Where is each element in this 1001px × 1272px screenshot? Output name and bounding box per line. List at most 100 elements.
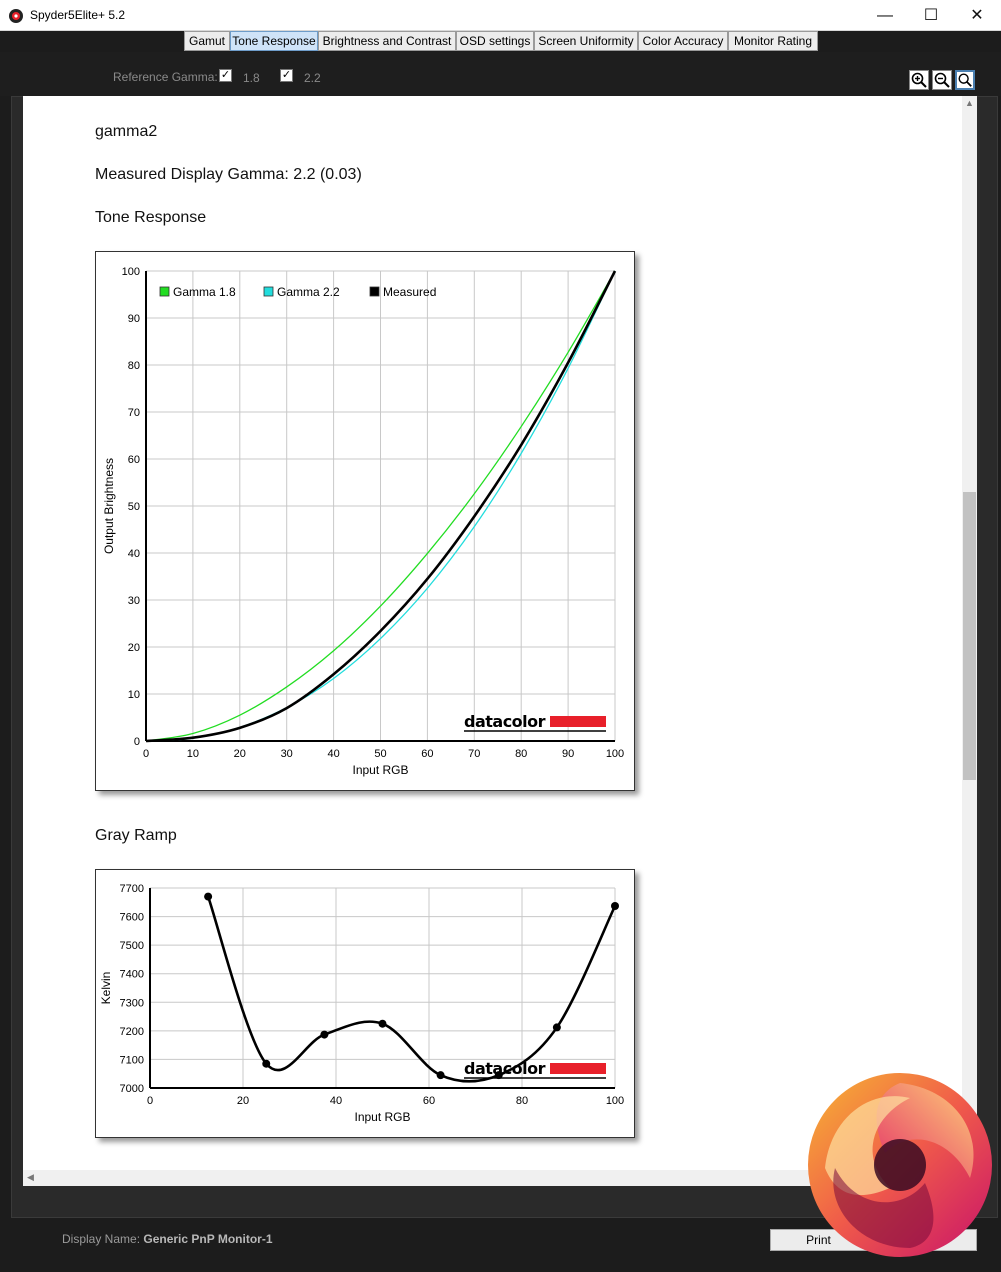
gray-x-tick-label: 0	[147, 1095, 153, 1107]
tone-y-tick-label: 30	[128, 595, 140, 607]
tone-x-tick-label: 100	[606, 748, 624, 760]
report-viewport: gamma2 Measured Display Gamma: 2.2 (0.03…	[23, 96, 962, 1170]
close-window-button[interactable]: ✕	[954, 0, 1000, 31]
title-bar: Spyder5Elite+ 5.2 — ☐ ✕	[0, 0, 1001, 31]
tone-x-tick-label: 50	[374, 748, 386, 760]
gamma-1-8-checkbox[interactable]: ✓	[219, 69, 232, 82]
tone-x-tick-label: 70	[468, 748, 480, 760]
tab-brightness-contrast[interactable]: Brightness and Contrast	[318, 31, 456, 51]
display-name: Display Name: Generic PnP Monitor-1	[62, 1232, 273, 1246]
gray-y-tick-label: 7200	[120, 1026, 144, 1038]
gray-ramp-heading: Gray Ramp	[95, 827, 177, 844]
gray-ramp-chart: 0 20 40 60 80 100 7000 7100 7200 7300 7400 7500 7600…	[95, 869, 635, 1138]
tone-x-tick-label: 80	[515, 748, 527, 760]
measured-gamma-text: Measured Display Gamma: 2.2 (0.03)	[95, 166, 362, 183]
gray-y-tick-label: 7700	[120, 883, 144, 895]
toolbar: Reference Gamma: ✓ 1.8 ✓ 2.2	[0, 52, 1001, 96]
gray-brand-bar	[550, 1063, 606, 1074]
tone-legend-swatch-2	[369, 286, 380, 297]
gray-data-point-5	[494, 1071, 503, 1080]
reference-gamma-label: Reference Gamma:	[113, 70, 218, 84]
tone-x-tick-label: 30	[281, 748, 293, 760]
gray-x-tick-label: 60	[423, 1095, 435, 1107]
tone-x-tick-label: 0	[143, 748, 149, 760]
tone-x-tick-label: 10	[187, 748, 199, 760]
maximize-button[interactable]: ☐	[908, 0, 954, 31]
tab-monitor-rating[interactable]: Monitor Rating	[728, 31, 818, 51]
zoom-out-button[interactable]	[932, 70, 952, 90]
window-title: Spyder5Elite+ 5.2	[30, 8, 126, 22]
gamma-2-2-checkbox[interactable]: ✓	[280, 69, 293, 82]
gray-data-point-3	[378, 1019, 387, 1028]
tone-y-tick-label: 40	[128, 548, 140, 560]
gray-x-tick-label: 80	[516, 1095, 528, 1107]
gray-y-tick-label: 7000	[120, 1083, 144, 1095]
gray-data-point-1	[262, 1059, 271, 1068]
tone-y-axis-title: Output Brightness	[102, 458, 116, 554]
gray-ramp-plot: 0 20 40 60 80 100 7000 7100 7200 7300 7400 7500 7600…	[99, 883, 624, 1124]
tone-response-heading: Tone Response	[95, 209, 207, 226]
tone-y-tick-label: 50	[128, 501, 140, 513]
tone-response-plot: 0 10 20 30 40 50 60 70 80 90 100 0 10 20 30 40 50 60 70 80 9…	[102, 266, 624, 777]
tone-legend-label-1: Gamma 2.2	[277, 285, 340, 299]
display-name-label: Display Name:	[62, 1232, 141, 1246]
vertical-scroll-thumb[interactable]	[963, 492, 976, 780]
tone-y-tick-label: 0	[134, 736, 140, 748]
tab-tone-response[interactable]: Tone Response	[230, 31, 318, 51]
watermark-logo	[808, 1073, 992, 1257]
gray-brand-text: datacolor	[464, 1059, 546, 1078]
tone-y-tick-label: 100	[122, 266, 140, 278]
gray-y-axis-title: Kelvin	[99, 972, 113, 1005]
tone-y-tick-label: 80	[128, 360, 140, 372]
spyder-app-icon	[9, 9, 23, 23]
tone-legend-swatch-1	[263, 286, 274, 297]
tone-x-tick-label: 90	[562, 748, 574, 760]
gamma-2-2-label: 2.2	[304, 71, 321, 85]
gray-y-tick-label: 7300	[120, 997, 144, 1009]
scroll-left-icon[interactable]: ◀	[23, 1170, 38, 1185]
tone-brand-bar	[550, 716, 606, 727]
tone-x-axis-title: Input RGB	[352, 763, 408, 777]
gray-y-tick-label: 7500	[120, 940, 144, 952]
display-name-value: Generic PnP Monitor-1	[143, 1232, 273, 1246]
zoom-out-icon	[934, 72, 950, 88]
minimize-button[interactable]: —	[862, 0, 908, 31]
gray-x-tick-label: 40	[330, 1095, 342, 1107]
gray-x-tick-label: 20	[237, 1095, 249, 1107]
gray-data-point-2	[320, 1030, 329, 1039]
gray-data-point-7	[611, 902, 619, 910]
tone-response-chart: 0 10 20 30 40 50 60 70 80 90 100 0 10 20 30 40 50 60 70 80 9…	[95, 251, 635, 791]
tone-y-tick-label: 20	[128, 642, 140, 654]
gray-x-axis-title: Input RGB	[354, 1110, 410, 1124]
tone-x-tick-label: 60	[421, 748, 433, 760]
zoom-fit-button[interactable]	[955, 70, 975, 90]
tone-legend-label-2: Measured	[383, 285, 436, 299]
tab-bar: Gamut Tone Response Brightness and Contr…	[0, 31, 1001, 51]
tab-gamut[interactable]: Gamut	[184, 31, 230, 51]
tone-x-tick-label: 20	[234, 748, 246, 760]
tab-osd-settings[interactable]: OSD settings	[456, 31, 534, 51]
gamma-1-8-label: 1.8	[243, 71, 260, 85]
gray-series-line	[206, 896, 617, 1083]
tab-screen-uniformity[interactable]: Screen Uniformity	[534, 31, 638, 51]
tone-legend-swatch-0	[159, 286, 170, 297]
scroll-up-icon[interactable]: ▲	[962, 96, 977, 111]
gray-y-tick-label: 7600	[120, 912, 144, 924]
gray-data-point-4	[436, 1071, 445, 1080]
gray-y-tick-label: 7100	[120, 1054, 144, 1066]
zoom-in-button[interactable]	[909, 70, 929, 90]
gray-y-tick-label: 7400	[120, 969, 144, 981]
tone-y-tick-label: 10	[128, 689, 140, 701]
tone-x-tick-label: 40	[327, 748, 339, 760]
zoom-fit-icon	[958, 73, 972, 87]
tone-y-tick-label: 60	[128, 454, 140, 466]
gray-x-tick-label: 100	[606, 1095, 624, 1107]
tone-y-tick-label: 70	[128, 407, 140, 419]
vertical-scrollbar[interactable]: ▲ ▼	[962, 96, 977, 1170]
tab-color-accuracy[interactable]: Color Accuracy	[638, 31, 728, 51]
tone-y-tick-label: 90	[128, 313, 140, 325]
tone-brand-text: datacolor	[464, 712, 546, 731]
zoom-in-icon	[911, 72, 927, 88]
report-name: gamma2	[95, 123, 158, 140]
gray-data-point-0	[204, 892, 213, 901]
